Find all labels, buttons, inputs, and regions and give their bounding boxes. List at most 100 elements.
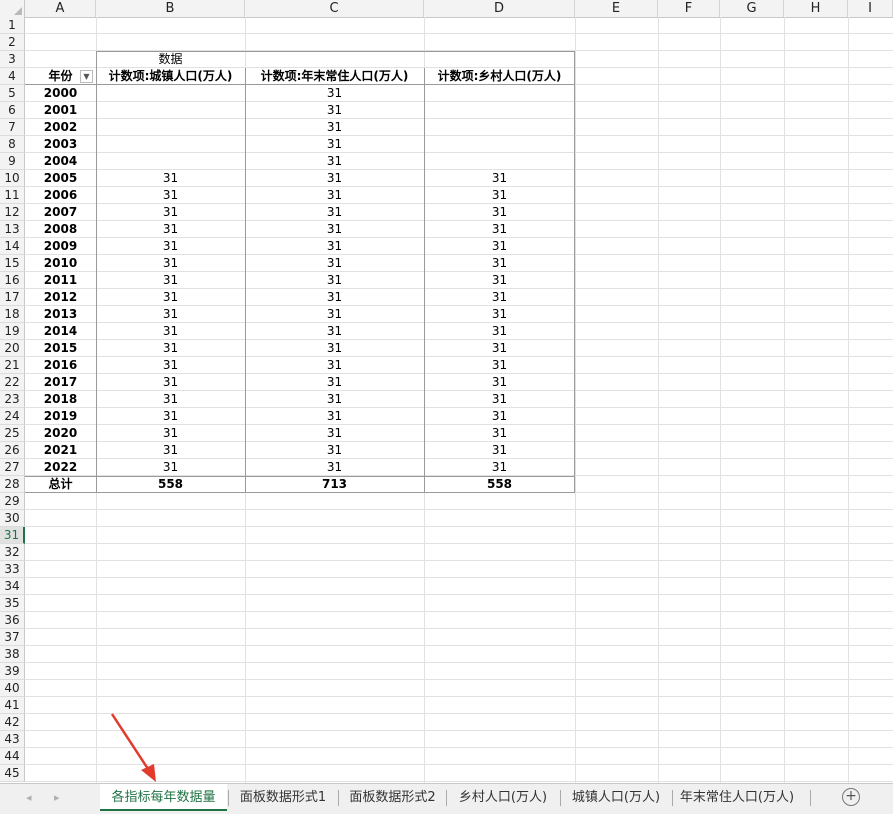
pivot-value-urban[interactable]: 31 [96, 357, 245, 374]
column-header-h[interactable]: H [784, 0, 848, 17]
sheet-tab[interactable]: 面板数据形式2 [339, 784, 446, 811]
pivot-year-label[interactable]: 2018 [25, 391, 96, 408]
pivot-value-resident[interactable]: 31 [245, 170, 424, 187]
pivot-year-label[interactable]: 2019 [25, 408, 96, 425]
pivot-value-rural[interactable]: 31 [424, 187, 575, 204]
row-header[interactable]: 36 [0, 612, 25, 629]
pivot-value-rural[interactable]: 31 [424, 357, 575, 374]
pivot-value-rural[interactable]: 31 [424, 442, 575, 459]
pivot-value-resident[interactable]: 31 [245, 85, 424, 102]
pivot-value-resident[interactable]: 31 [245, 221, 424, 238]
row-header[interactable]: 8 [0, 136, 25, 153]
row-header[interactable]: 44 [0, 748, 25, 765]
pivot-value-resident[interactable]: 31 [245, 340, 424, 357]
pivot-value-urban[interactable] [96, 102, 245, 119]
pivot-value-resident[interactable]: 31 [245, 357, 424, 374]
row-header[interactable]: 40 [0, 680, 25, 697]
pivot-value-resident[interactable]: 31 [245, 391, 424, 408]
pivot-year-label[interactable]: 2008 [25, 221, 96, 238]
row-header[interactable]: 4 [0, 68, 25, 85]
pivot-value-rural[interactable] [424, 153, 575, 170]
pivot-year-label[interactable]: 2022 [25, 459, 96, 476]
pivot-value-resident[interactable]: 31 [245, 289, 424, 306]
pivot-value-resident[interactable]: 31 [245, 425, 424, 442]
pivot-year-label[interactable]: 2014 [25, 323, 96, 340]
pivot-value-rural[interactable]: 31 [424, 306, 575, 323]
row-header[interactable]: 35 [0, 595, 25, 612]
grid-row[interactable] [25, 663, 893, 680]
pivot-value-rural[interactable]: 31 [424, 170, 575, 187]
pivot-year-label[interactable]: 2003 [25, 136, 96, 153]
row-header[interactable]: 26 [0, 442, 25, 459]
pivot-value-rural[interactable]: 31 [424, 289, 575, 306]
column-header-e[interactable]: E [575, 0, 658, 17]
row-header[interactable]: 3 [0, 51, 25, 68]
row-header[interactable]: 16 [0, 272, 25, 289]
grid-row[interactable] [25, 680, 893, 697]
pivot-value-rural[interactable]: 31 [424, 425, 575, 442]
pivot-value-resident[interactable]: 31 [245, 442, 424, 459]
grid-row[interactable] [25, 595, 893, 612]
row-header[interactable]: 39 [0, 663, 25, 680]
row-header[interactable]: 30 [0, 510, 25, 527]
row-header[interactable]: 1 [0, 17, 25, 34]
pivot-year-label[interactable]: 2007 [25, 204, 96, 221]
grid-row[interactable] [25, 493, 893, 510]
row-header[interactable]: 24 [0, 408, 25, 425]
pivot-value-urban[interactable]: 31 [96, 323, 245, 340]
pivot-value-rural[interactable]: 31 [424, 408, 575, 425]
pivot-year-label[interactable]: 2015 [25, 340, 96, 357]
pivot-value-urban[interactable]: 31 [96, 187, 245, 204]
pivot-year-label[interactable]: 2012 [25, 289, 96, 306]
row-header[interactable]: 37 [0, 629, 25, 646]
row-header[interactable]: 5 [0, 85, 25, 102]
row-header[interactable]: 38 [0, 646, 25, 663]
pivot-year-label[interactable]: 2016 [25, 357, 96, 374]
row-header[interactable]: 28 [0, 476, 25, 493]
row-header[interactable]: 42 [0, 714, 25, 731]
pivot-year-label[interactable]: 2005 [25, 170, 96, 187]
pivot-value-urban[interactable]: 31 [96, 221, 245, 238]
sheet-tab[interactable]: 年末常住人口(万人) [673, 784, 801, 811]
row-header[interactable]: 23 [0, 391, 25, 408]
pivot-value-rural[interactable] [424, 102, 575, 119]
grid-row[interactable] [25, 17, 893, 34]
pivot-value-urban[interactable]: 31 [96, 170, 245, 187]
grid-row[interactable] [25, 527, 893, 544]
column-header-b[interactable]: B [96, 0, 245, 17]
pivot-year-label[interactable]: 2006 [25, 187, 96, 204]
grid-row[interactable] [25, 714, 893, 731]
row-header[interactable]: 22 [0, 374, 25, 391]
next-sheet-icon[interactable]: ▸ [54, 791, 60, 804]
pivot-value-urban[interactable]: 31 [96, 306, 245, 323]
row-header[interactable]: 7 [0, 119, 25, 136]
pivot-value-resident[interactable]: 31 [245, 323, 424, 340]
column-header-g[interactable]: G [720, 0, 784, 17]
pivot-value-urban[interactable] [96, 136, 245, 153]
row-header[interactable]: 31 [0, 527, 25, 544]
pivot-value-rural[interactable]: 31 [424, 255, 575, 272]
pivot-value-urban[interactable]: 31 [96, 238, 245, 255]
column-header-d[interactable]: D [424, 0, 575, 17]
pivot-value-urban[interactable] [96, 85, 245, 102]
row-header[interactable]: 33 [0, 561, 25, 578]
pivot-value-urban[interactable]: 31 [96, 459, 245, 476]
pivot-value-urban[interactable]: 31 [96, 340, 245, 357]
pivot-value-urban[interactable]: 31 [96, 289, 245, 306]
row-header[interactable]: 32 [0, 544, 25, 561]
spreadsheet-grid[interactable]: ABCDEFGHI 1 2 3 4 5 6 7 8 9 10 11 12 13 14 15 16 17 18 19 2… [0, 0, 893, 783]
select-all-corner[interactable] [0, 0, 25, 17]
pivot-year-label[interactable]: 2013 [25, 306, 96, 323]
pivot-value-rural[interactable] [424, 85, 575, 102]
row-header[interactable]: 15 [0, 255, 25, 272]
column-header-a[interactable]: A [25, 0, 96, 17]
grid-row[interactable] [25, 731, 893, 748]
pivot-value-resident[interactable]: 31 [245, 255, 424, 272]
row-header[interactable]: 6 [0, 102, 25, 119]
grid-row[interactable] [25, 578, 893, 595]
row-header[interactable]: 45 [0, 765, 25, 782]
column-header-f[interactable]: F [658, 0, 720, 17]
add-sheet-button[interactable]: + [842, 788, 860, 806]
row-header[interactable]: 10 [0, 170, 25, 187]
pivot-total-value[interactable]: 713 [245, 476, 424, 493]
